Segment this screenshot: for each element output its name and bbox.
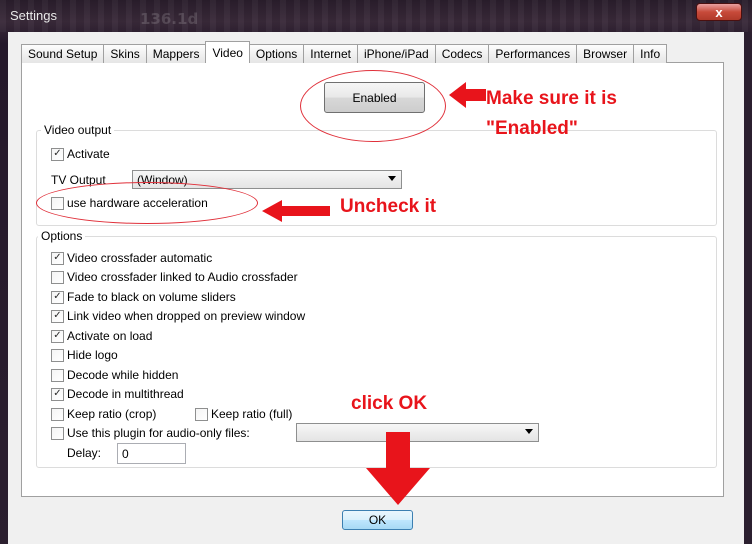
annotation-enabled-line2: "Enabled" xyxy=(486,118,578,139)
annotation-uncheck: Uncheck it xyxy=(340,196,437,217)
tab-video[interactable]: Video xyxy=(205,41,250,63)
arrow-left-icon xyxy=(262,200,330,222)
arrow-left-icon xyxy=(449,82,486,108)
annotation-enabled-line1: Make sure it is xyxy=(486,88,617,109)
annotation-click-ok: click OK xyxy=(351,393,428,414)
arrow-down-icon xyxy=(366,432,430,505)
annotation-arrows xyxy=(262,82,486,505)
